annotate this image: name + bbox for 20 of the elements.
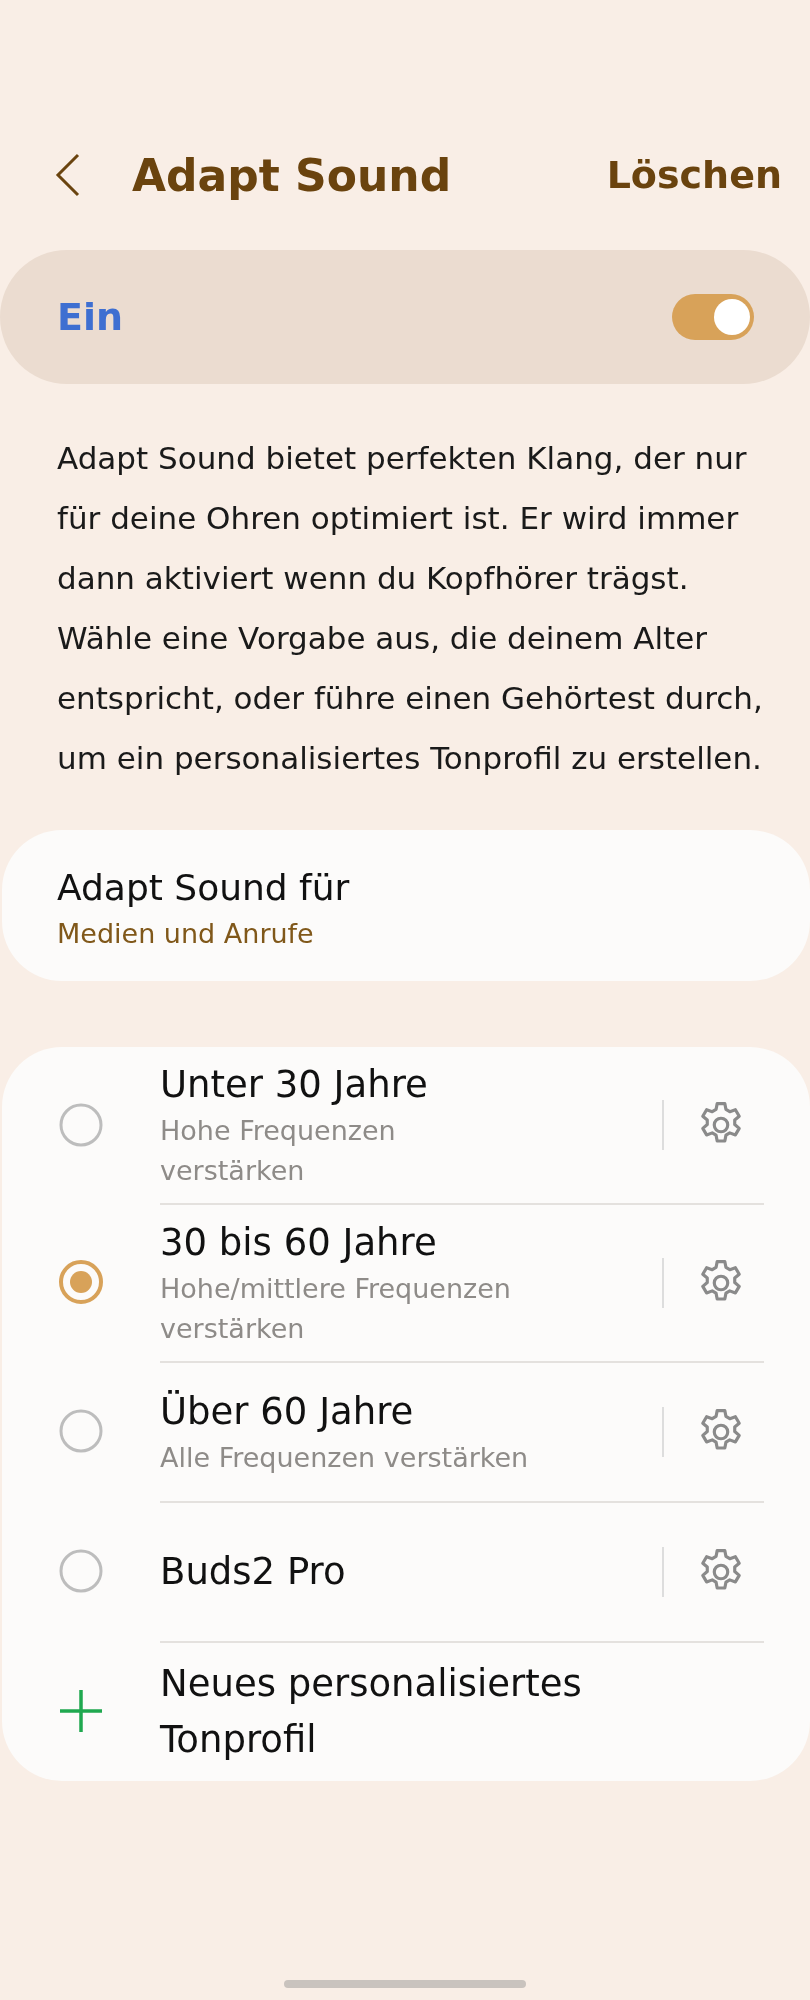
delete-button[interactable]: Löschen [594, 145, 794, 205]
radio-button[interactable] [58, 1102, 104, 1148]
add-icon[interactable] [58, 1688, 104, 1734]
page-title: Adapt Sound [132, 149, 453, 201]
preset-subtitle: Hohe Frequenzen verstärken [160, 1114, 397, 1188]
setting-value: Medien und Anrufe [57, 918, 315, 949]
preset-subtitle: Alle Frequenzen verstärken [160, 1441, 530, 1475]
preset-title: Buds2 Pro [160, 1549, 347, 1595]
radio-button[interactable] [58, 1548, 104, 1594]
preset-title: Unter 30 Jahre [160, 1062, 429, 1108]
preset-title: 30 bis 60 Jahre [160, 1220, 438, 1266]
description-text: Adapt Sound bietet perfekten Klang, der nur für deine Ohren optimiert ist. Er wird immer dann aktiviert wenn du Kopfhörer trägst. Wähle eine Vorgabe aus, die deinem Alter entspricht, oder führe einen Gehörtest durch, um ein personalisiertes Tonprofil zu erstellen. [57, 439, 764, 778]
radio-button[interactable] [58, 1408, 104, 1454]
setting-title[interactable]: Adapt Sound für [57, 864, 753, 912]
switch-label: Ein [57, 295, 124, 339]
radio-button[interactable] [58, 1259, 104, 1305]
add-profile-label[interactable]: Neues personalisiertes Tonprofil [160, 1656, 620, 1768]
preset-subtitle: Hohe/mittlere Frequenzen verstärken [160, 1272, 512, 1346]
toggle-switch[interactable] [672, 294, 754, 340]
preset-title: Über 60 Jahre [160, 1389, 415, 1435]
